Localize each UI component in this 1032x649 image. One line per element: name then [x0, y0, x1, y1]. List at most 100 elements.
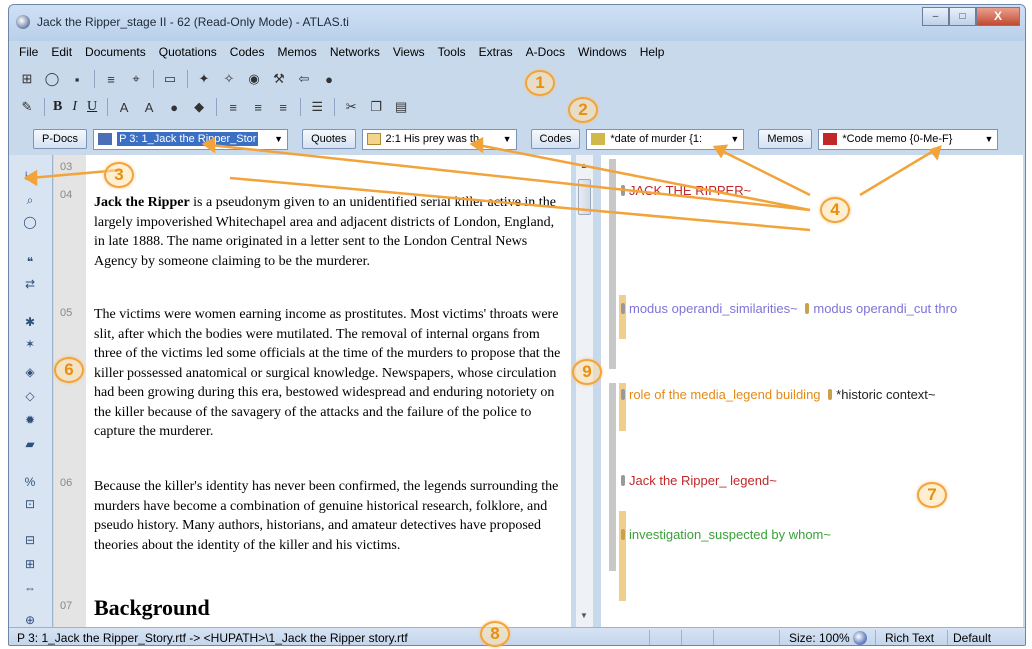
quote-bracket[interactable] — [619, 511, 626, 601]
menu-documents[interactable]: Documents — [85, 45, 146, 59]
zoom-level[interactable]: Size: 100% — [789, 631, 850, 645]
highlight-icon[interactable]: A — [141, 99, 157, 115]
maximize-button[interactable]: □ — [949, 7, 976, 26]
font-color-icon[interactable]: A — [116, 99, 132, 115]
chevron-down-icon[interactable]: ▼ — [726, 134, 743, 144]
quote-marks-icon[interactable]: ❝ — [21, 253, 39, 271]
link-quote-icon[interactable]: ⇄ — [21, 275, 39, 293]
code-dropdown[interactable]: *date of murder {1: ▼ — [586, 128, 745, 150]
paragraph-3[interactable]: Because the killer's identity has never … — [94, 477, 564, 555]
back-arrow-icon[interactable]: ⇦ — [296, 71, 312, 87]
pdocs-button[interactable]: P-Docs — [33, 129, 88, 149]
zoom-globe-icon[interactable] — [853, 631, 867, 645]
app-window: Jack the Ripper_stage II - 62 (Read-Only… — [8, 4, 1026, 646]
margin-area[interactable]: JACK THE RIPPER~ modus operandi_similari… — [601, 155, 1023, 627]
comment-icon[interactable]: ◯ — [44, 71, 60, 87]
menu-a-docs[interactable]: A-Docs — [526, 45, 565, 59]
code-marker-icon — [805, 303, 810, 314]
menu-memos[interactable]: Memos — [277, 45, 316, 59]
quote-bracket[interactable] — [609, 471, 616, 571]
menu-edit[interactable]: Edit — [51, 45, 72, 59]
cut-icon[interactable]: ✂ — [343, 99, 359, 115]
binoculars-icon[interactable]: ⌖ — [128, 71, 144, 87]
align-center-icon[interactable]: ≡ — [250, 99, 266, 115]
menu-tools[interactable]: Tools — [438, 45, 466, 59]
code-settings-icon[interactable]: ✹ — [21, 411, 39, 429]
import-icon[interactable]: ≡ — [103, 71, 119, 87]
margin-code-label: Jack the Ripper_ legend~ — [629, 473, 777, 488]
quotes-button[interactable]: Quotes — [302, 129, 356, 149]
speech-bubble-icon[interactable]: ◯ — [21, 213, 39, 231]
close-button[interactable]: X — [976, 7, 1020, 26]
margin-code-label: JACK THE RIPPER~ — [629, 183, 752, 198]
wrench-icon[interactable]: ⚒ — [271, 71, 287, 87]
minimize-button[interactable]: – — [922, 7, 949, 26]
memos-button[interactable]: Memos — [758, 129, 813, 149]
chevron-down-icon[interactable]: ▼ — [270, 134, 287, 144]
status-path: P 3: 1_Jack the Ripper_Story.rtf -> <HUP… — [17, 631, 408, 645]
xml-icon[interactable]: ◉ — [246, 71, 262, 87]
margin-code-label: investigation_suspected by whom~ — [629, 527, 831, 542]
link-icon[interactable]: ⇔ — [21, 579, 39, 597]
margin-right-icon[interactable]: ⊞ — [21, 555, 39, 573]
title-bar[interactable]: Jack the Ripper_stage II - 62 (Read-Only… — [9, 5, 1025, 41]
bold-button[interactable]: B — [53, 99, 62, 115]
menu-quotations[interactable]: Quotations — [159, 45, 217, 59]
menu-file[interactable]: File — [19, 45, 38, 59]
query-icon[interactable]: ✧ — [221, 71, 237, 87]
list-icon[interactable]: ☰ — [309, 99, 325, 115]
margin-code-1[interactable]: JACK THE RIPPER~ — [621, 183, 751, 198]
underline-button[interactable]: U — [87, 99, 97, 115]
menu-networks[interactable]: Networks — [330, 45, 380, 59]
eraser-icon[interactable]: ◆ — [191, 99, 207, 115]
paragraph-2[interactable]: The victims were women earning income as… — [94, 305, 564, 442]
zoom-icon[interactable]: ⌕ — [21, 191, 39, 209]
paragraph-1[interactable]: Jack the Ripper is a pseudonym given to … — [94, 193, 564, 271]
margin-code-4[interactable]: Jack the Ripper_ legend~ — [621, 473, 777, 488]
pdoc-dropdown[interactable]: P 3: 1_Jack the Ripper_Stor ▼ — [93, 128, 289, 150]
percent-icon[interactable]: % — [21, 473, 39, 491]
quote-dropdown[interactable]: 2:1 His prey was th ▼ — [361, 128, 517, 150]
margin-code-3[interactable]: role of the media_legend building *histo… — [621, 387, 936, 402]
tree-icon[interactable]: ⊢ — [21, 167, 39, 185]
copy-icon[interactable]: ❐ — [368, 99, 384, 115]
document-text-pane[interactable]: Jack the Ripper is a pseudonym given to … — [86, 155, 571, 627]
memo-dropdown[interactable]: *Code memo {0-Me-F} ▼ — [818, 128, 999, 150]
pen-icon[interactable]: ✎ — [19, 99, 35, 115]
margin-code-5[interactable]: investigation_suspected by whom~ — [621, 527, 831, 542]
scroll-down-icon[interactable]: ▼ — [580, 611, 588, 620]
bomb-icon[interactable]: ● — [321, 71, 337, 87]
menu-codes[interactable]: Codes — [230, 45, 265, 59]
align-right-icon[interactable]: ≡ — [275, 99, 291, 115]
quote-bracket[interactable] — [609, 159, 616, 369]
scroll-thumb[interactable] — [578, 179, 591, 215]
menu-help[interactable]: Help — [640, 45, 665, 59]
open-folder-icon[interactable]: ▭ — [162, 71, 178, 87]
menu-extras[interactable]: Extras — [479, 45, 513, 59]
circle-icon[interactable]: ● — [166, 99, 182, 115]
align-left-icon[interactable]: ≡ — [225, 99, 241, 115]
italic-button[interactable]: I — [72, 99, 77, 115]
save-icon[interactable]: ▪ — [69, 71, 85, 87]
chevron-down-icon[interactable]: ▼ — [980, 134, 997, 144]
code-vivo-icon[interactable]: ✶ — [21, 335, 39, 353]
search-text-icon[interactable]: ✦ — [196, 71, 212, 87]
toolbar-separator — [44, 98, 45, 116]
margin-left-icon[interactable]: ⊟ — [21, 531, 39, 549]
margin-icon[interactable]: ⊡ — [21, 495, 39, 513]
codes-button[interactable]: Codes — [530, 129, 581, 149]
pane-splitter[interactable] — [593, 155, 601, 627]
paste-icon[interactable]: ▤ — [393, 99, 409, 115]
code-list-icon[interactable]: ◈ — [21, 363, 39, 381]
hierarchy-icon[interactable]: ⊞ — [19, 71, 35, 87]
status-bar: P 3: 1_Jack the Ripper_Story.rtf -> <HUP… — [9, 627, 1025, 645]
memo-icon[interactable]: ▰ — [21, 435, 39, 453]
menu-windows[interactable]: Windows — [578, 45, 627, 59]
menu-views[interactable]: Views — [393, 45, 425, 59]
margin-code-2[interactable]: modus operandi_similarities~ modus opera… — [621, 301, 957, 316]
scroll-up-icon[interactable]: ▲ — [580, 161, 588, 170]
text-scrollbar[interactable]: ▲ ▼ — [575, 155, 593, 627]
code-quick-icon[interactable]: ◇ — [21, 387, 39, 405]
code-open-icon[interactable]: ✱ — [21, 313, 39, 331]
chevron-down-icon[interactable]: ▼ — [499, 134, 516, 144]
